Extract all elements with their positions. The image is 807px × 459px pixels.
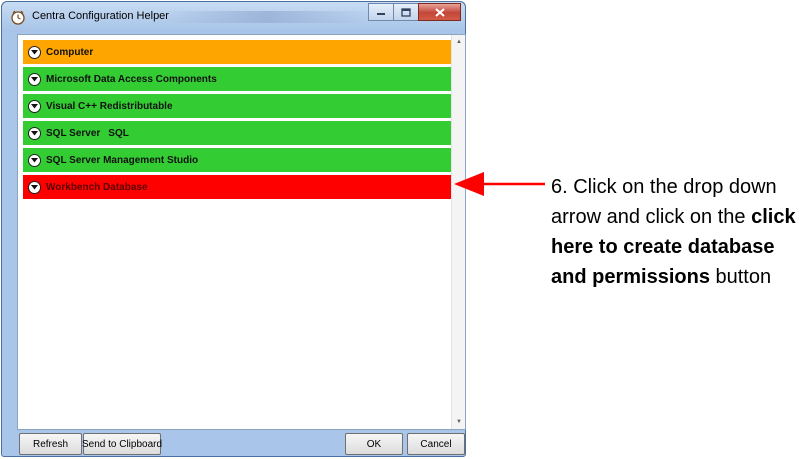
section-sql-server[interactable]: SQL Server SQL — [23, 121, 452, 145]
chevron-down-icon[interactable] — [28, 72, 41, 86]
section-label: SQL Server — [46, 127, 101, 139]
ok-button[interactable]: OK — [345, 433, 403, 455]
vertical-scrollbar[interactable]: ▲ ▼ — [451, 35, 465, 429]
instruction-callout: 6. Click on the drop down arrow and clic… — [551, 172, 807, 292]
sections-panel: Computer Microsoft Data Access Component… — [17, 34, 466, 430]
chevron-down-icon[interactable] — [28, 99, 41, 113]
title-bar-blur — [162, 11, 372, 23]
section-label: Visual C++ Redistributable — [46, 100, 173, 112]
send-to-clipboard-button[interactable]: Send to Clipboard — [82, 433, 162, 455]
callout-text: 6. Click on the drop down arrow and clic… — [551, 176, 777, 228]
maximize-button[interactable] — [393, 3, 419, 21]
chevron-down-icon[interactable] — [28, 126, 41, 140]
button-bar: Refresh Send to Clipboard OK Cancel — [17, 433, 466, 455]
section-label: Microsoft Data Access Components — [46, 73, 217, 85]
callout-text-end: button — [709, 266, 772, 288]
section-computer[interactable]: Computer — [23, 40, 452, 64]
section-mdac[interactable]: Microsoft Data Access Components — [23, 67, 452, 91]
cancel-button[interactable]: Cancel — [407, 433, 465, 455]
window-title: Centra Configuration Helper — [32, 10, 169, 22]
scroll-up-icon[interactable]: ▲ — [456, 39, 462, 45]
section-label: SQL Server Management Studio — [46, 154, 199, 166]
maximize-icon — [401, 7, 411, 17]
section-label: Computer — [46, 46, 94, 58]
title-bar[interactable]: Centra Configuration Helper — [2, 2, 465, 32]
chevron-down-icon[interactable] — [28, 45, 41, 59]
clock-icon — [11, 10, 25, 25]
section-workbench-database[interactable]: Workbench Database — [23, 175, 452, 199]
minimize-button[interactable] — [368, 3, 394, 21]
scroll-down-icon[interactable]: ▼ — [456, 419, 462, 425]
callout-arrow — [454, 172, 545, 196]
section-vcpp[interactable]: Visual C++ Redistributable — [23, 94, 452, 118]
section-ssms[interactable]: SQL Server Management Studio — [23, 148, 452, 172]
section-list: Computer Microsoft Data Access Component… — [23, 40, 452, 202]
window-controls — [368, 3, 461, 22]
section-extra: SQL — [108, 127, 129, 139]
close-button[interactable] — [418, 3, 461, 21]
chevron-down-icon[interactable] — [28, 180, 41, 194]
section-label: Workbench Database — [46, 181, 148, 193]
close-icon — [434, 7, 445, 17]
refresh-button[interactable]: Refresh — [19, 433, 82, 455]
chevron-down-icon[interactable] — [28, 153, 41, 167]
minimize-icon — [377, 13, 385, 15]
